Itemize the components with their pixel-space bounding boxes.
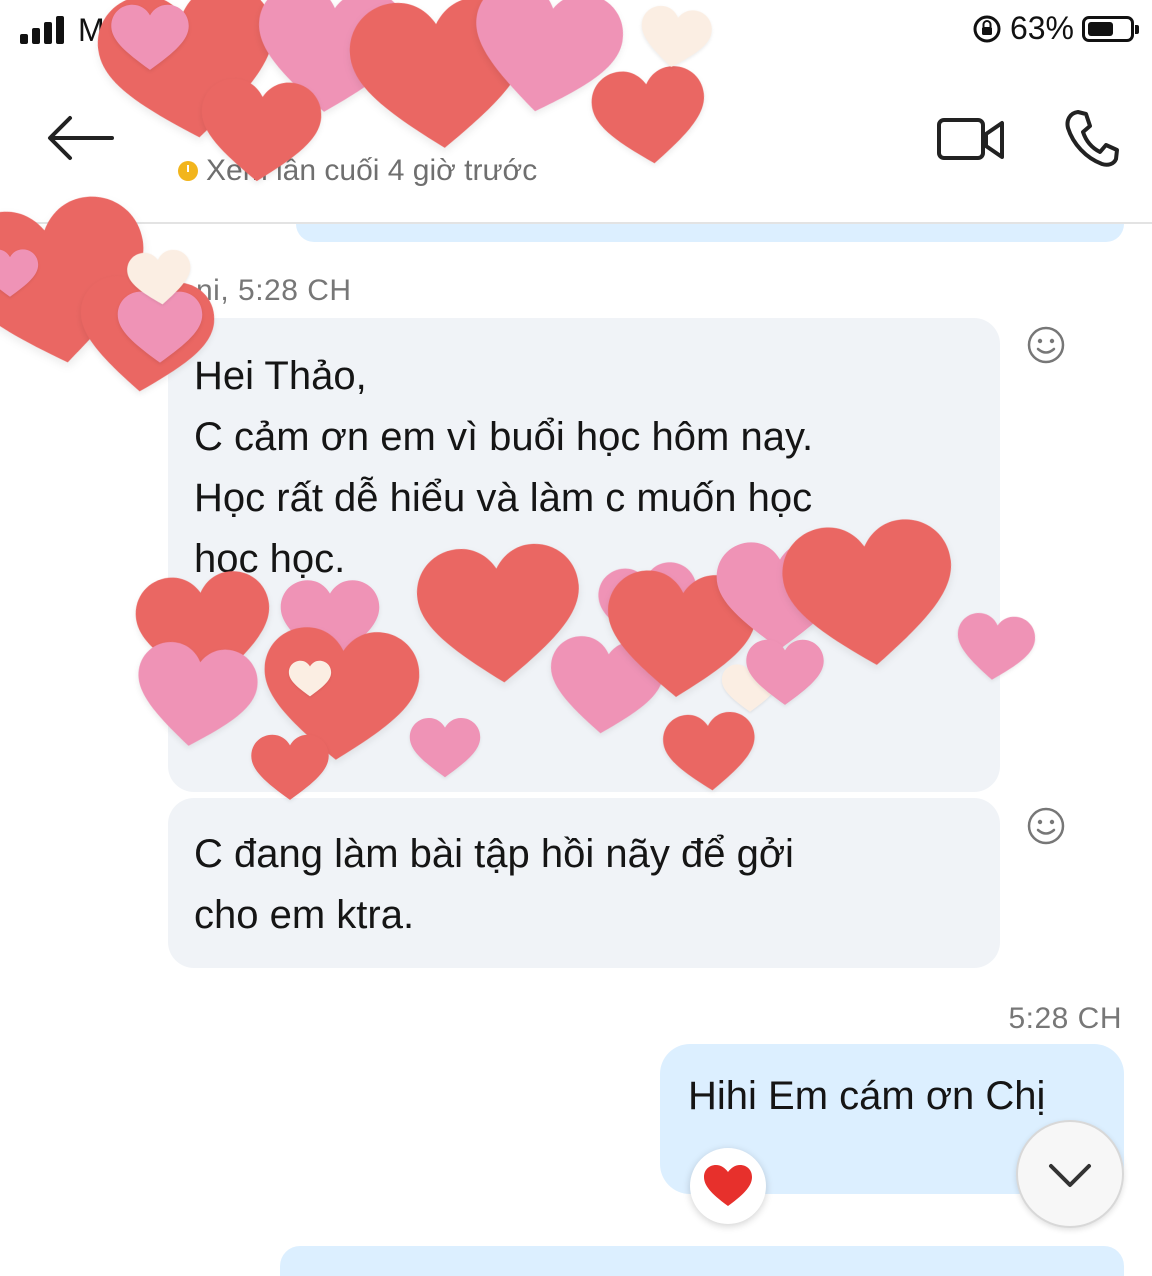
heart-sticker (0, 196, 144, 363)
message-line: Học rất dễ hiểu và làm c muốn học (194, 476, 813, 520)
previous-message-bubble (296, 224, 1124, 242)
incoming-message-bubble[interactable]: C đang làm bài tập hồi nãy để gởi cho em… (168, 798, 1000, 968)
message-line: C đang làm bài tập hồi nãy để gởi (194, 832, 794, 876)
status-time: 3 (598, 12, 616, 48)
heart-sticker (641, 5, 712, 67)
heart-icon (704, 1165, 752, 1206)
add-reaction-icon[interactable] (1026, 325, 1066, 365)
heart-sticker (349, 0, 526, 148)
message-text: Hihi Em cám ơn Chị (688, 1074, 1046, 1118)
orientation-lock-icon (973, 15, 1001, 42)
chevron-down-icon (1049, 1164, 1091, 1187)
heart-sticker (259, 0, 407, 112)
video-call-icon[interactable] (936, 114, 1006, 166)
back-arrow-icon[interactable] (40, 108, 116, 168)
message-line: Hei Thảo, (194, 354, 367, 398)
heart-sticker (591, 66, 704, 164)
away-status-icon (178, 161, 198, 181)
battery-icon (1082, 15, 1139, 42)
next-message-bubble (280, 1246, 1124, 1276)
heart-sticker (0, 249, 39, 297)
signal-icon (20, 14, 68, 44)
phone-call-icon[interactable] (1064, 108, 1120, 168)
status-right: 63% (972, 10, 1139, 47)
add-reaction-icon[interactable] (1026, 806, 1066, 846)
battery-percent: 63% (1009, 10, 1074, 46)
message-meta: ni, 5:28 CH (196, 274, 352, 307)
incoming-message-bubble[interactable]: Hei Thảo, C cảm ơn em vì buổi học hôm na… (168, 318, 1000, 792)
message-line: C cảm ơn em vì buổi học hôm nay. (194, 415, 814, 459)
last-seen-status: Xem lần cuối 4 giờ trước (178, 154, 537, 188)
last-seen-text: Xem lần cuối 4 giờ trước (206, 154, 538, 187)
message-line: học học. (194, 537, 346, 581)
scroll-to-bottom-button[interactable] (1016, 1120, 1124, 1228)
heart-sticker (127, 249, 191, 305)
carrier-name: MobiF (78, 12, 167, 48)
message-timestamp: 5:28 CH (1008, 1002, 1122, 1035)
heart-reaction-badge[interactable] (690, 1148, 766, 1224)
message-line: cho em ktra. (194, 893, 415, 937)
